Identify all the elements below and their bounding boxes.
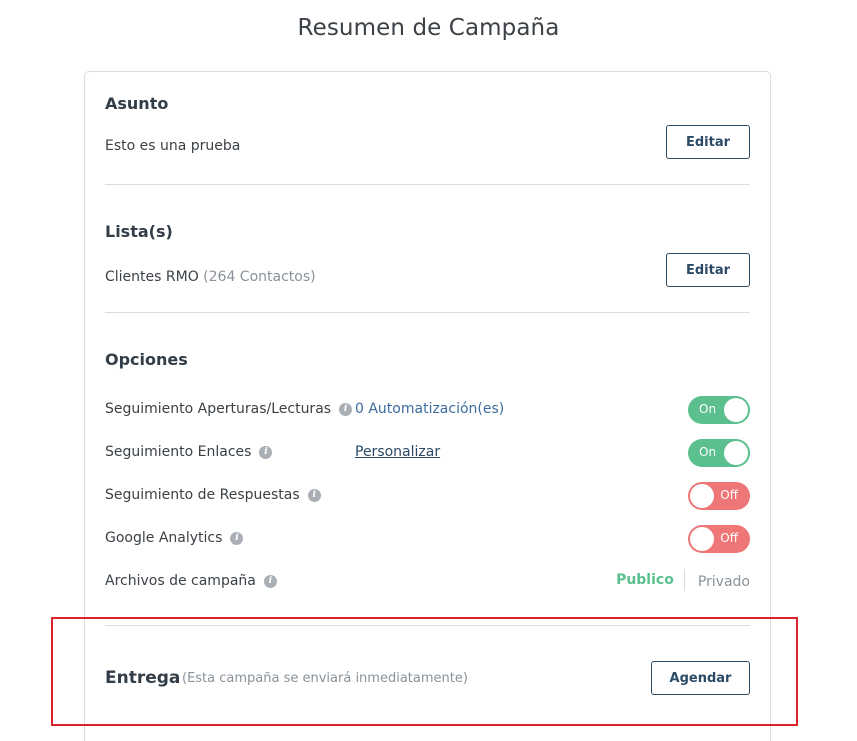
private-option[interactable]: Privado xyxy=(685,574,750,590)
customize-link[interactable]: Personalizar xyxy=(355,444,440,460)
toggle-state-label: On xyxy=(699,445,717,459)
google-analytics-toggle[interactable]: Off xyxy=(688,525,750,553)
info-icon[interactable]: i xyxy=(263,574,277,588)
archive-visibility-selector: Publico Privado xyxy=(616,569,750,591)
option-row-google-analytics: Google Analytics i Off xyxy=(105,524,750,554)
info-icon[interactable]: i xyxy=(339,402,353,416)
subject-value: Esto es una prueba xyxy=(105,138,241,154)
divider xyxy=(105,625,750,626)
delivery-heading: Entrega xyxy=(105,668,181,688)
automations-link[interactable]: 0 Automatización(es) xyxy=(355,401,504,417)
opens-tracking-toggle[interactable]: On xyxy=(688,396,750,424)
toggle-knob xyxy=(724,441,748,465)
toggle-knob xyxy=(690,527,714,551)
option-label: Archivos de campaña i xyxy=(105,573,277,589)
page-title: Resumen de Campaña xyxy=(297,15,560,41)
schedule-button[interactable]: Agendar xyxy=(651,661,750,695)
edit-subject-button[interactable]: Editar xyxy=(666,125,750,159)
lists-heading: Lista(s) xyxy=(105,222,173,241)
option-label: Google Analytics i xyxy=(105,530,244,546)
info-icon[interactable]: i xyxy=(230,531,244,545)
option-label-text: Seguimiento de Respuestas xyxy=(105,487,300,503)
option-label-text: Seguimiento Aperturas/Lecturas xyxy=(105,401,332,417)
subject-heading: Asunto xyxy=(105,94,169,113)
option-row-replies-tracking: Seguimiento de Respuestas i Off xyxy=(105,481,750,511)
divider xyxy=(105,312,750,313)
list-name: Clientes RMO xyxy=(105,269,199,285)
list-contact-count: (264 Contactos) xyxy=(203,269,316,285)
option-label-text: Archivos de campaña xyxy=(105,573,256,589)
option-row-opens-tracking: Seguimiento Aperturas/Lecturas i 0 Autom… xyxy=(105,395,750,425)
option-label-text: Seguimiento Enlaces xyxy=(105,444,252,460)
option-label: Seguimiento Aperturas/Lecturas i xyxy=(105,401,353,417)
divider xyxy=(105,184,750,185)
info-icon[interactable]: i xyxy=(307,488,321,502)
links-tracking-toggle[interactable]: On xyxy=(688,439,750,467)
option-row-campaign-archive: Archivos de campaña i Publico Privado xyxy=(105,567,750,597)
toggle-knob xyxy=(724,398,748,422)
info-icon[interactable]: i xyxy=(259,445,273,459)
options-heading: Opciones xyxy=(105,350,188,369)
delivery-note: (Esta campaña se enviará inmediatamente) xyxy=(182,671,468,686)
replies-tracking-toggle[interactable]: Off xyxy=(688,482,750,510)
public-option[interactable]: Publico xyxy=(616,569,685,591)
edit-lists-button[interactable]: Editar xyxy=(666,253,750,287)
option-label: Seguimiento Enlaces i xyxy=(105,444,273,460)
toggle-state-label: Off xyxy=(720,488,738,502)
toggle-state-label: On xyxy=(699,402,717,416)
option-label: Seguimiento de Respuestas i xyxy=(105,487,321,503)
toggle-state-label: Off xyxy=(720,531,738,545)
option-label-text: Google Analytics xyxy=(105,530,223,546)
option-row-links-tracking: Seguimiento Enlaces i Personalizar On xyxy=(105,438,750,468)
toggle-knob xyxy=(690,484,714,508)
lists-value: Clientes RMO (264 Contactos) xyxy=(105,269,316,285)
campaign-summary-card: Asunto Esto es una prueba Editar Lista(s… xyxy=(84,71,771,741)
